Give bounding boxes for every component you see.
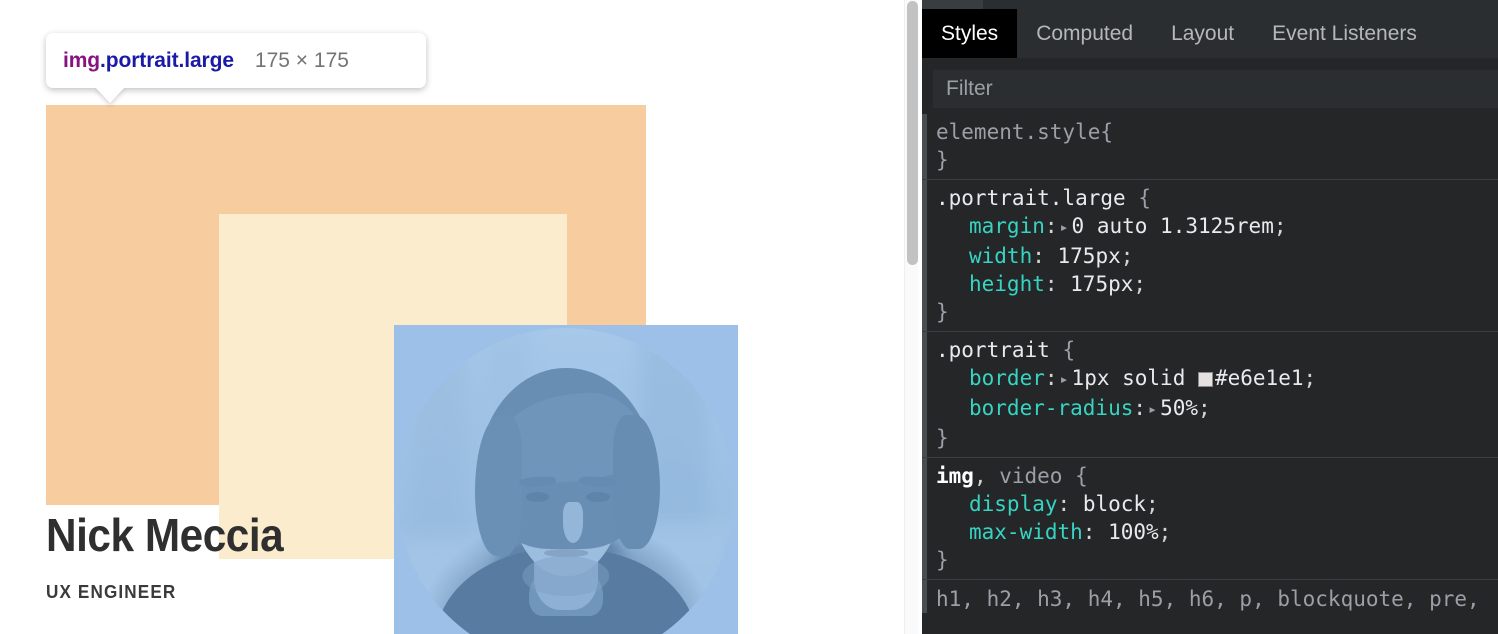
css-property-name[interactable]: height [969, 272, 1045, 296]
profile-role: UX ENGINEER [46, 582, 177, 602]
css-open-brace: { [1138, 186, 1151, 210]
expand-arrow-icon[interactable]: ▸ [1060, 365, 1069, 393]
css-declaration[interactable]: border: ▸ 1px solid #e6e1e1; [922, 364, 1498, 394]
devtools-top-strip-segment [922, 0, 983, 9]
highlight-margin-box [46, 105, 738, 634]
css-rule-close-line: } [922, 298, 1498, 326]
page-viewport: img .portrait.large 175 × 175 Nick Meccia… [0, 0, 922, 634]
portrait-photo [398, 327, 734, 634]
devtools-screenshot: img .portrait.large 175 × 175 Nick Meccia… [0, 0, 1498, 634]
css-property-name[interactable]: width [969, 244, 1032, 268]
expand-arrow-icon[interactable]: ▸ [1148, 395, 1157, 423]
tab-styles[interactable]: Styles [922, 9, 1018, 58]
css-property-value[interactable]: block [1083, 492, 1146, 516]
css-open-brace: { [1075, 464, 1088, 488]
css-rule-selector-line: .portrait.large { [922, 184, 1498, 212]
css-selector[interactable]: h1, h2, h3, h4, h5, h6, p, blockquote, p… [936, 587, 1480, 611]
profile-name: Nick Meccia [46, 509, 284, 561]
css-rule-selector-line: h1, h2, h3, h4, h5, h6, p, blockquote, p… [922, 585, 1498, 613]
styles-rules-list: element.style{ } .portrait.large { margi… [922, 114, 1498, 634]
css-rule-close-line: } [922, 424, 1498, 452]
css-declaration[interactable]: max-width: 100%; [922, 518, 1498, 546]
css-property-name[interactable]: margin [969, 214, 1045, 238]
css-selector-separator: , [973, 464, 1000, 488]
tooltip-class-names: .portrait.large [100, 48, 234, 72]
css-close-brace: } [936, 148, 949, 172]
css-rule-img-video[interactable]: img, video { display: block; max-width: … [922, 457, 1498, 579]
css-rule-close-line: } [922, 146, 1498, 174]
element-info-tooltip: img .portrait.large 175 × 175 [46, 33, 426, 88]
tooltip-dimensions: 175 × 175 [254, 48, 349, 72]
css-declaration[interactable]: width: 175px; [922, 242, 1498, 270]
css-rule-element-style[interactable]: element.style{ } [922, 114, 1498, 179]
css-property-value-prefix: 1px solid [1071, 366, 1198, 390]
tab-event-listeners[interactable]: Event Listeners [1253, 9, 1436, 58]
css-declaration[interactable]: margin: ▸ 0 auto 1.3125rem; [922, 212, 1498, 242]
css-open-brace: { [1062, 338, 1076, 362]
tooltip-arrow [95, 87, 125, 103]
css-property-name[interactable]: border-radius [969, 396, 1133, 420]
css-rule-selector-line: img, video { [922, 462, 1498, 490]
page-scrollbar[interactable] [904, 0, 918, 634]
color-swatch-icon[interactable] [1197, 372, 1213, 387]
tooltip-tag-name: img [63, 48, 101, 72]
css-rule-truncated[interactable]: h1, h2, h3, h4, h5, h6, p, blockquote, p… [922, 579, 1498, 613]
css-selector[interactable]: element.style [936, 120, 1100, 144]
css-rule-selector-line: element.style{ [922, 118, 1498, 146]
devtools-tab-bar: Styles Computed Layout Event Listeners [922, 9, 1498, 58]
css-close-brace: } [936, 300, 949, 324]
css-selector[interactable]: .portrait.large [936, 186, 1126, 210]
css-declaration[interactable]: display: block; [922, 490, 1498, 518]
tab-computed[interactable]: Computed [1017, 9, 1152, 58]
css-property-value[interactable]: 175px [1070, 272, 1133, 296]
css-selector[interactable]: .portrait [936, 338, 1050, 362]
highlight-content-box [394, 325, 738, 634]
css-property-name[interactable]: display [969, 492, 1058, 516]
css-open-brace: { [1100, 120, 1114, 144]
tab-layout[interactable]: Layout [1152, 9, 1253, 58]
css-close-brace: } [936, 426, 949, 450]
css-property-value[interactable]: 175px [1058, 244, 1121, 268]
styles-filter-input[interactable]: Filter [933, 70, 1498, 108]
css-rule-portrait-large[interactable]: .portrait.large { margin: ▸ 0 auto 1.3125r… [922, 179, 1498, 331]
css-close-brace: } [936, 548, 949, 572]
css-rule-portrait[interactable]: .portrait { border: ▸ 1px solid #e6e1e1; b… [922, 331, 1498, 457]
highlight-tint-overlay [398, 327, 734, 634]
css-selector[interactable]: img [936, 464, 974, 488]
css-property-value[interactable]: 0 auto 1.3125rem [1072, 214, 1274, 238]
page-scrollbar-thumb[interactable] [907, 1, 918, 265]
css-rule-close-line: } [922, 546, 1498, 574]
highlight-border-box [219, 214, 738, 634]
css-declaration[interactable]: border-radius: ▸ 50%; [922, 394, 1498, 424]
css-selector[interactable]: video [999, 464, 1062, 488]
css-property-name[interactable]: border [969, 366, 1045, 390]
devtools-top-strip [922, 0, 1498, 9]
css-declaration[interactable]: height: 175px; [922, 270, 1498, 298]
css-color-value[interactable]: #e6e1e1 [1215, 366, 1304, 390]
expand-arrow-icon[interactable]: ▸ [1060, 213, 1069, 241]
css-property-name[interactable]: max-width [969, 520, 1083, 544]
css-property-value[interactable]: 100% [1108, 520, 1159, 544]
devtools-panel: Styles Computed Layout Event Listeners F… [922, 0, 1498, 634]
css-rule-selector-line: .portrait { [922, 336, 1498, 364]
css-property-value[interactable]: 50% [1160, 396, 1198, 420]
